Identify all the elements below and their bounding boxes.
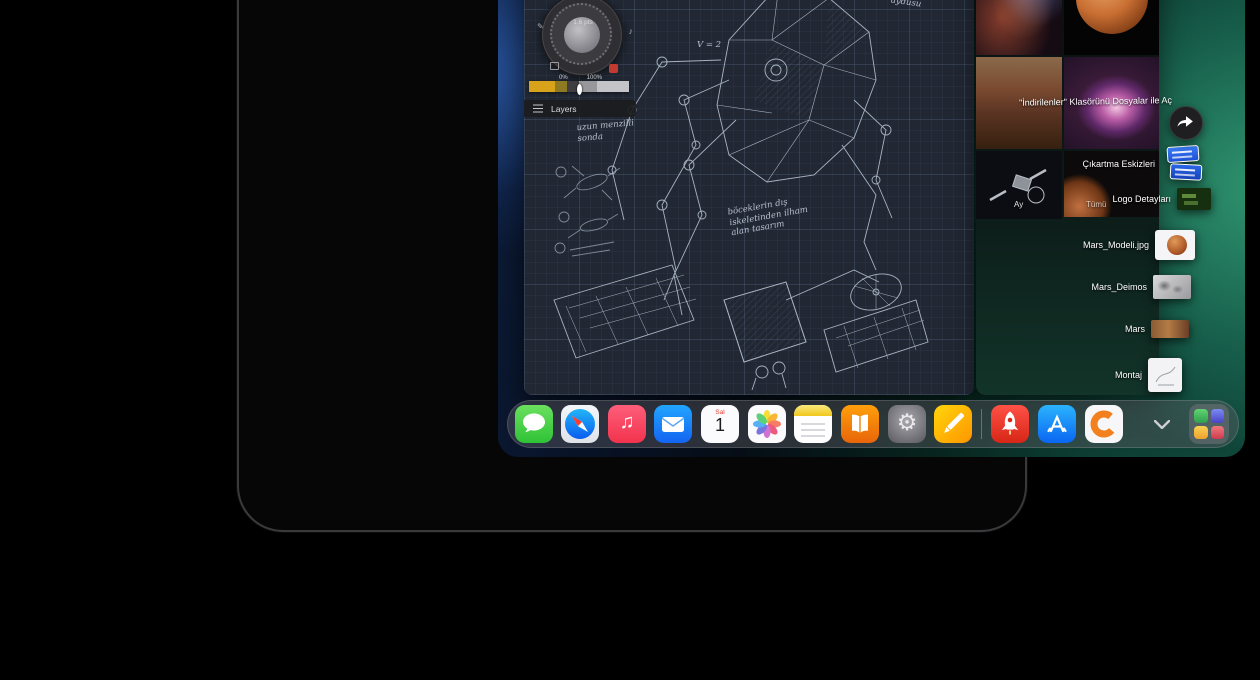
open-in-files-bubble[interactable]: [1169, 106, 1203, 140]
drag-item-row[interactable]: Montaj: [1022, 358, 1182, 392]
mail-envelope-icon: [654, 405, 692, 443]
dock-app-messages[interactable]: [515, 405, 553, 443]
stickers-thumbnail: [1161, 144, 1207, 184]
palette-swatch[interactable]: [597, 81, 629, 92]
dock-app-settings[interactable]: ⚙: [888, 405, 926, 443]
photo-nebula[interactable]: [976, 0, 1062, 55]
handwritten-note: V = 2: [697, 40, 721, 51]
rocket-icon: [991, 405, 1029, 443]
dock-app-music[interactable]: ♫: [608, 405, 646, 443]
music-note-icon[interactable]: ♪: [629, 26, 634, 36]
drag-item-label: Mars_Modeli.jpg: [1029, 240, 1149, 250]
concepts-app-window[interactable]: Konseptler_ma… ⠿ ✎ 59% 90° PRO ⇩ ⇧ ⚙ ?: [524, 0, 974, 395]
safari-compass-icon: [561, 405, 599, 443]
deimos-thumbnail: [1153, 275, 1191, 299]
palette-swatch[interactable]: [555, 81, 567, 92]
calendar-day: 1: [701, 415, 739, 436]
montage-thumbnail: [1148, 358, 1182, 392]
palette-selection-dot: [577, 84, 582, 95]
chevron-down-icon: [1154, 420, 1170, 429]
mars-strip-thumbnail: [1151, 320, 1189, 338]
dock-app-photos[interactable]: [748, 405, 786, 443]
layers-label: Layers: [551, 104, 577, 114]
stroke-size-label: 1.6 pts: [542, 19, 624, 26]
record-badge-icon[interactable]: [609, 64, 618, 73]
palette-swatch[interactable]: [529, 81, 555, 92]
forward-arrow-icon: [1177, 115, 1195, 131]
crop-icon[interactable]: [550, 62, 559, 70]
color-palette-strip[interactable]: [529, 81, 629, 92]
settings-gear-icon: ⚙: [888, 409, 926, 436]
drag-item-row[interactable]: Mars: [1025, 320, 1189, 338]
drag-item-label: Logo Detayları: [1051, 194, 1171, 204]
dock-collapse-chevron[interactable]: [1150, 412, 1174, 436]
app-library-icon[interactable]: [1189, 404, 1229, 444]
music-note-icon: ♫: [608, 411, 646, 434]
dock-app-calendar[interactable]: Sal 1: [701, 405, 739, 443]
drag-item-row[interactable]: Mars_Deimos: [1027, 275, 1191, 299]
dock-separator: [981, 409, 982, 439]
page-background: Konseptler_ma… ⠿ ✎ 59% 90° PRO ⇩ ⇧ ⚙ ?: [0, 0, 1260, 680]
dock: ♫ Sal 1: [507, 400, 1239, 448]
layers-panel-header[interactable]: Layers: [524, 100, 636, 117]
ipad-device: Konseptler_ma… ⠿ ✎ 59% 90° PRO ⇩ ⇧ ⚙ ?: [237, 0, 1027, 532]
drag-item-row[interactable]: Mars_Modeli.jpg: [1029, 230, 1195, 260]
dock-app-books[interactable]: [841, 405, 879, 443]
photo-mars[interactable]: [1064, 0, 1159, 55]
brush-icon[interactable]: ✎: [537, 22, 544, 31]
tool-wheel[interactable]: 1.6 1.6 pts 0% 100% ♪ ✎: [539, 0, 629, 78]
pen-icon: [934, 405, 972, 443]
album-label[interactable]: Ay: [1014, 200, 1023, 209]
dock-app-drawing[interactable]: [934, 405, 972, 443]
dock-app-appstore[interactable]: [1038, 405, 1076, 443]
mars-model-thumbnail: [1155, 230, 1195, 260]
layers-menu-icon: [533, 108, 543, 110]
dock-app-notes[interactable]: [794, 405, 832, 443]
drag-item-label: Montaj: [1022, 370, 1142, 380]
photos-flower-icon: [748, 405, 786, 443]
drag-item-label: Çıkartma Eskizleri: [1035, 159, 1155, 169]
drag-item-row[interactable]: Çıkartma Eskizleri: [1035, 144, 1207, 184]
mars-planet-image: [1076, 0, 1148, 34]
drag-item-label: Mars_Deimos: [1027, 282, 1147, 292]
books-open-book-icon: [841, 405, 879, 443]
appstore-a-icon: [1038, 405, 1076, 443]
logo-thumbnail: [1177, 188, 1211, 210]
drag-item-row[interactable]: Logo Detayları: [1051, 188, 1211, 210]
drag-item-label: Mars: [1025, 324, 1145, 334]
messages-bubble-icon: [515, 405, 553, 443]
ipad-screen-wallpaper: Konseptler_ma… ⠿ ✎ 59% 90° PRO ⇩ ⇧ ⚙ ?: [498, 0, 1245, 457]
orange-c-icon: [1085, 405, 1123, 443]
dock-app-rocket[interactable]: [991, 405, 1029, 443]
dock-app-concepts[interactable]: [1085, 405, 1123, 443]
dock-app-mail[interactable]: [654, 405, 692, 443]
dock-app-safari[interactable]: [561, 405, 599, 443]
